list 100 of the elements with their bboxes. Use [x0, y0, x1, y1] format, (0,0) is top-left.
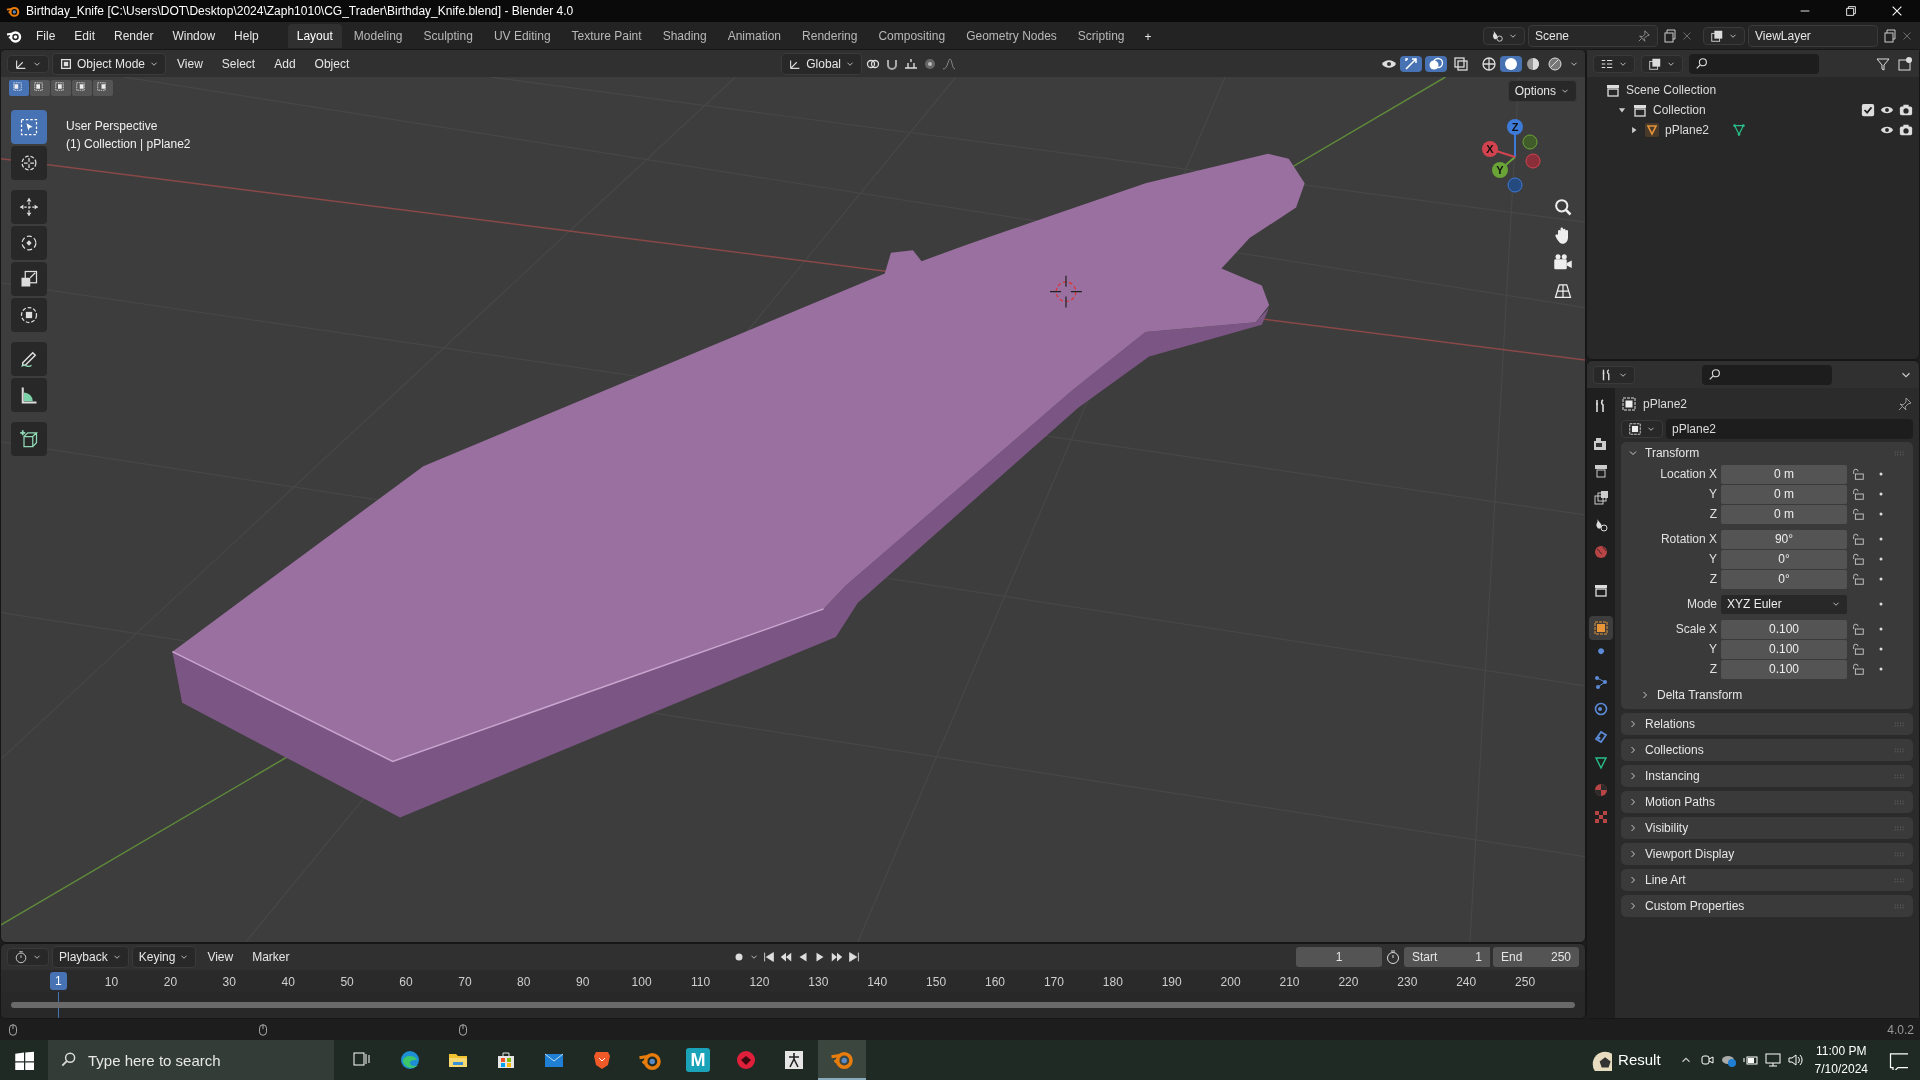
- workspace-tab[interactable]: Layout: [287, 23, 342, 48]
- knife-model[interactable]: [171, 153, 1305, 818]
- pin-icon[interactable]: [1897, 396, 1913, 412]
- clock-time[interactable]: 11:00 PM: [1816, 1042, 1867, 1060]
- menu-item[interactable]: View: [169, 52, 211, 75]
- add-workspace-button[interactable]: +: [1136, 25, 1160, 48]
- camera-icon[interactable]: [1899, 123, 1913, 137]
- outliner-row[interactable]: pPlane2: [1593, 120, 1913, 140]
- padlock-icon[interactable]: [1851, 507, 1865, 521]
- current-frame-field[interactable]: 1: [1296, 947, 1382, 967]
- orientation-dropdown[interactable]: Global: [781, 52, 862, 75]
- menu-dropdown[interactable]: Keying: [131, 946, 197, 968]
- select-tool-button[interactable]: [11, 110, 47, 144]
- move-tool-button[interactable]: [11, 190, 47, 224]
- previous-keyframe-icon[interactable]: [779, 950, 794, 964]
- search-field[interactable]: Type here to search: [48, 1040, 334, 1080]
- view-layer-browse-dropdown[interactable]: [1703, 26, 1745, 45]
- panel-header[interactable]: Instancing: [1621, 765, 1913, 787]
- zoom-icon[interactable]: [1553, 197, 1573, 217]
- menu-item[interactable]: Edit: [66, 24, 104, 47]
- padlock-icon[interactable]: [1851, 467, 1865, 481]
- padlock-icon[interactable]: [1851, 552, 1865, 566]
- solid-shading-button[interactable]: [1500, 55, 1522, 72]
- number-field[interactable]: 0 m: [1721, 464, 1847, 484]
- panel-header[interactable]: Collections: [1621, 739, 1913, 761]
- gizmo-toggle[interactable]: [1400, 55, 1422, 72]
- workspace-tab[interactable]: Rendering: [793, 23, 867, 48]
- network-icon[interactable]: [1764, 1052, 1781, 1068]
- add-cube-tool-button[interactable]: [11, 422, 47, 456]
- menu-item[interactable]: View: [199, 946, 242, 968]
- number-field[interactable]: 0°: [1721, 569, 1847, 589]
- workspace-tab[interactable]: Shading: [653, 23, 716, 48]
- menu-item[interactable]: Render: [106, 24, 162, 47]
- workspace-tab[interactable]: Modeling: [344, 23, 412, 48]
- menu-item[interactable]: Add: [266, 52, 304, 75]
- padlock-icon[interactable]: [1851, 642, 1865, 656]
- timeline-scrollbar[interactable]: [11, 1002, 1575, 1008]
- view-layer-field[interactable]: ViewLayer: [1748, 24, 1878, 47]
- options-dropdown[interactable]: Options: [1507, 80, 1577, 102]
- panel-header[interactable]: Relations: [1621, 713, 1913, 735]
- search-field[interactable]: [1689, 53, 1819, 74]
- workspace-tab[interactable]: Geometry Nodes: [957, 23, 1066, 48]
- editor-type-dropdown[interactable]: [7, 948, 49, 966]
- workspace-tab[interactable]: Animation: [718, 23, 791, 48]
- filter-icon[interactable]: [1875, 55, 1891, 72]
- weather-label[interactable]: Result: [1618, 1048, 1661, 1072]
- number-field[interactable]: 0°: [1721, 549, 1847, 569]
- mesh-data-icon[interactable]: [1732, 123, 1747, 137]
- properties-tab[interactable]: [1589, 616, 1613, 640]
- padlock-icon[interactable]: [1851, 487, 1865, 501]
- selection-mode-button[interactable]: [72, 80, 92, 96]
- workspace-tab[interactable]: UV Editing: [484, 23, 560, 48]
- menu-item[interactable]: Window: [164, 24, 224, 47]
- measure-tool-button[interactable]: [11, 378, 47, 412]
- annotate-tool-button[interactable]: [11, 342, 47, 376]
- padlock-icon[interactable]: [1851, 572, 1865, 586]
- menu-item[interactable]: Object: [306, 52, 358, 75]
- selection-mode-button[interactable]: [93, 80, 113, 96]
- exclude-checkbox[interactable]: [1861, 103, 1875, 117]
- pin-icon[interactable]: [1637, 28, 1651, 43]
- editor-type-dropdown[interactable]: [1593, 54, 1635, 73]
- stopwatch-icon[interactable]: [1385, 949, 1401, 965]
- workspace-tab[interactable]: Texture Paint: [562, 23, 651, 48]
- menu-item[interactable]: File: [28, 24, 64, 47]
- number-field[interactable]: 0.100: [1721, 619, 1847, 639]
- 3d-cursor-icon[interactable]: [1049, 275, 1083, 309]
- scale-tool-button[interactable]: [11, 262, 47, 296]
- selection-mode-button[interactable]: [51, 80, 71, 96]
- workspace-tab[interactable]: Scripting: [1068, 23, 1134, 48]
- end-frame-field[interactable]: End 250: [1493, 947, 1579, 967]
- number-field[interactable]: 0.100: [1721, 639, 1847, 659]
- workspace-tab[interactable]: Compositing: [869, 23, 955, 48]
- menu-item[interactable]: Marker: [244, 946, 298, 968]
- number-field[interactable]: 0 m: [1721, 504, 1847, 524]
- axis-gizmo[interactable]: Z Y X: [1475, 117, 1555, 197]
- restore-icon[interactable]: [1844, 4, 1858, 18]
- selection-mode-button[interactable]: [30, 80, 50, 96]
- panel-header[interactable]: Visibility: [1621, 817, 1913, 839]
- camera-icon[interactable]: [1698, 1052, 1715, 1068]
- mode-dropdown[interactable]: Object Mode: [52, 52, 167, 75]
- search-field[interactable]: [1702, 364, 1832, 385]
- editor-type-dropdown[interactable]: [1593, 365, 1635, 384]
- object-name-field[interactable]: pPlane2: [1666, 419, 1913, 439]
- speaker-icon[interactable]: [1786, 1052, 1803, 1068]
- start-frame-field[interactable]: Start 1: [1404, 947, 1490, 967]
- new-collection-icon[interactable]: [1897, 55, 1913, 72]
- menu-item[interactable]: Help: [226, 24, 267, 47]
- scene-browse-dropdown[interactable]: [1483, 26, 1525, 45]
- outliner-row[interactable]: Collection: [1593, 100, 1913, 120]
- selection-mode-button[interactable]: [9, 80, 29, 96]
- copy-icon[interactable]: [1661, 27, 1677, 44]
- padlock-icon[interactable]: [1851, 662, 1865, 676]
- panel-header[interactable]: Viewport Display: [1621, 843, 1913, 865]
- close-icon[interactable]: [1890, 4, 1904, 18]
- panel-header[interactable]: Motion Paths: [1621, 791, 1913, 813]
- number-field[interactable]: 0.100: [1721, 659, 1847, 679]
- padlock-icon[interactable]: [1851, 622, 1865, 636]
- camera-icon[interactable]: [1899, 103, 1913, 117]
- mode-dropdown[interactable]: XYZ Euler: [1721, 594, 1847, 614]
- outliner-row[interactable]: Scene Collection: [1593, 80, 1913, 100]
